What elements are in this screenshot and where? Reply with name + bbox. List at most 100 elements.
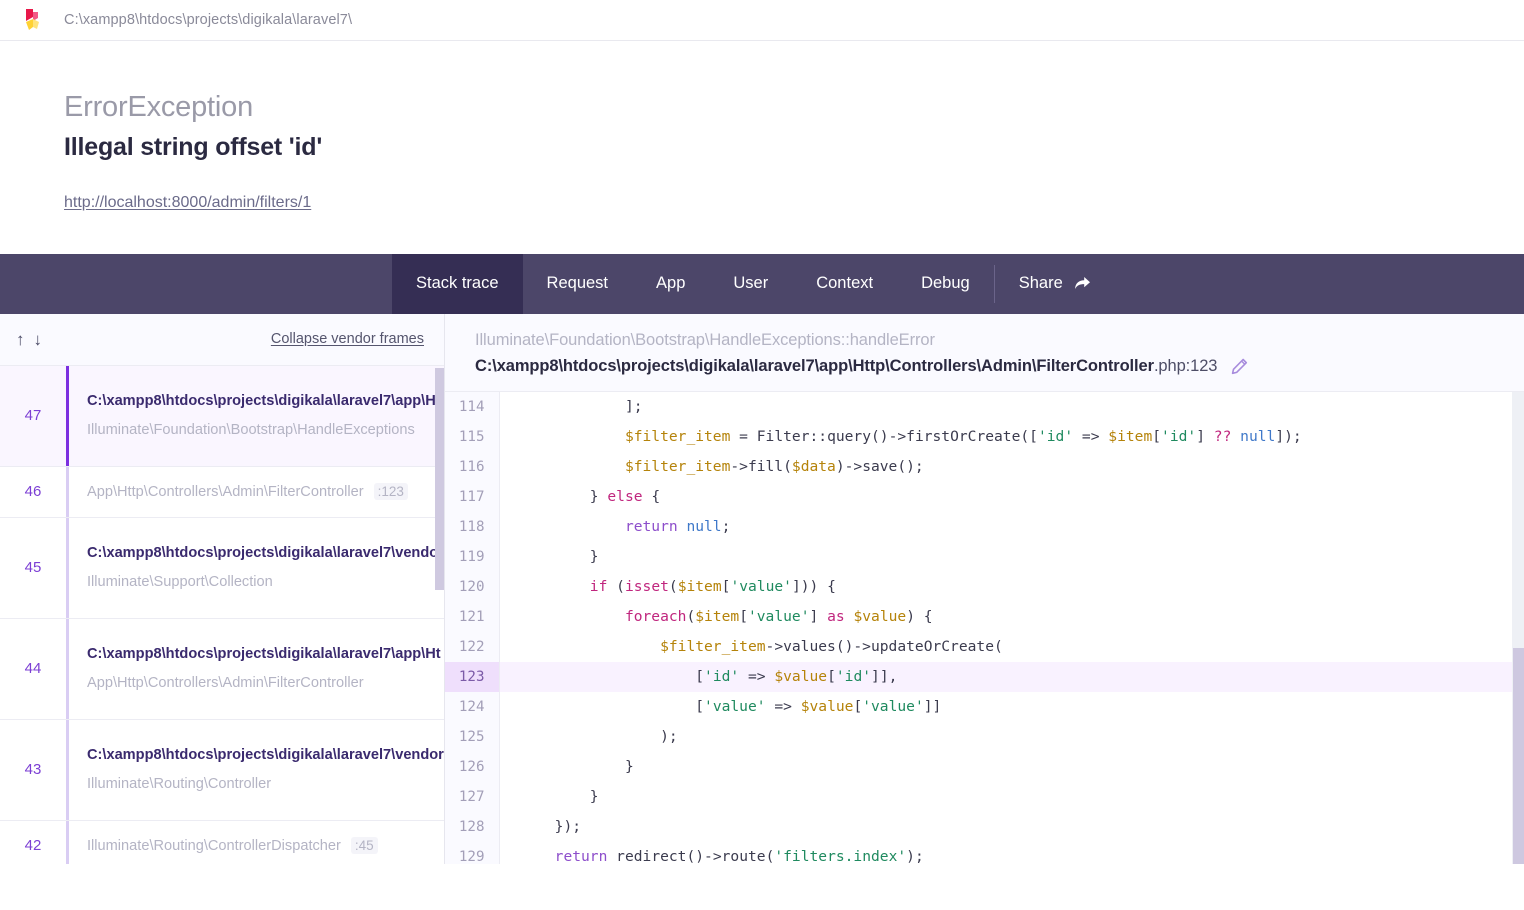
code-row-highlighted: 123 ['id' => $value['id']], (445, 661, 1524, 692)
tab-app[interactable]: App (632, 254, 709, 314)
stack-frame-list: 47 C:\xampp8\htdocs\projects\digikala\la… (0, 365, 444, 864)
tab-user[interactable]: User (709, 254, 792, 314)
code-line: if (isset($item['value'])) { (589, 578, 836, 596)
code-line: } else { (589, 488, 661, 506)
frame-number: 42 (24, 837, 42, 855)
frame-class-row: Illuminate\Routing\Controller (87, 776, 444, 792)
code-line: } (624, 758, 634, 776)
share-arrow-icon (1074, 276, 1091, 291)
code-table-body: 114 ]; 115 $filter_item = Filter::query(… (445, 391, 1524, 864)
stack-frame-46[interactable]: 46 App\Http\Controllers\Admin\FilterCont… (0, 466, 444, 518)
stack-frame-47[interactable]: 47 C:\xampp8\htdocs\projects\digikala\la… (0, 365, 444, 467)
frame-class-row: Illuminate\Foundation\Bootstrap\HandleEx… (87, 422, 444, 438)
frame-class-row: Illuminate\Routing\ControllerDispatcher … (87, 837, 444, 855)
code-header-file-suffix: .php:123 (1153, 356, 1218, 375)
frame-file-path: C:\xampp8\htdocs\projects\digikala\larav… (87, 747, 444, 764)
line-number: 121 (445, 601, 500, 632)
code-scrollbar[interactable] (1512, 391, 1524, 864)
frame-number: 45 (24, 559, 42, 577)
code-row: 129 return redirect()->route('filters.in… (445, 841, 1524, 864)
line-number: 120 (445, 571, 500, 602)
code-row: 128 }); (445, 811, 1524, 842)
pencil-icon[interactable] (1231, 358, 1248, 375)
tab-context[interactable]: Context (792, 254, 897, 314)
code-line: ['value' => $value['value']] (695, 698, 942, 716)
arrow-down-icon[interactable]: ↓ (34, 331, 43, 348)
frame-body: C:\xampp8\htdocs\projects\digikala\larav… (69, 366, 444, 466)
line-number: 115 (445, 421, 500, 452)
code-row: 122 $filter_item->values()->updateOrCrea… (445, 631, 1524, 662)
line-number: 117 (445, 481, 500, 512)
frame-file-path: C:\xampp8\htdocs\projects\digikala\larav… (87, 646, 441, 663)
line-number: 126 (445, 751, 500, 782)
share-label: Share (1018, 274, 1063, 293)
code-row: 125 ); (445, 721, 1524, 752)
frame-body: C:\xampp8\htdocs\projects\digikala\larav… (69, 518, 444, 618)
frame-number: 46 (24, 483, 42, 501)
line-number: 118 (445, 511, 500, 542)
line-number: 125 (445, 721, 500, 752)
code-row: 119 } (445, 541, 1524, 572)
stack-frame-45[interactable]: 45 C:\xampp8\htdocs\projects\digikala\la… (0, 517, 444, 619)
code-row: 127 } (445, 781, 1524, 812)
code-panel-header: Illuminate\Foundation\Bootstrap\HandleEx… (445, 313, 1524, 392)
code-row: 121 foreach($item['value'] as $value) { (445, 601, 1524, 632)
frame-class-name: Illuminate\Foundation\Bootstrap\HandleEx… (87, 422, 415, 439)
frame-class-row: App\Http\Controllers\Admin\FilterControl… (87, 483, 444, 501)
request-url-link[interactable]: http://localhost:8000/admin/filters/1 (64, 194, 311, 212)
frame-class-name: App\Http\Controllers\Admin\FilterControl… (87, 675, 364, 692)
frame-body: C:\xampp8\htdocs\projects\digikala\larav… (69, 720, 444, 820)
code-header-file-path: C:\xampp8\htdocs\projects\digikala\larav… (475, 356, 1154, 375)
exception-class: ErrorException (64, 91, 253, 123)
flare-logo-icon (22, 8, 44, 32)
code-scroll-area: 114 ]; 115 $filter_item = Filter::query(… (445, 391, 1524, 864)
stack-toolbar: ↑ ↓ Collapse vendor frames (0, 313, 444, 366)
collapse-vendor-frames-link[interactable]: Collapse vendor frames (271, 331, 424, 347)
exception-header: ErrorException Illegal string offset 'id… (0, 41, 1524, 254)
code-line: ]; (624, 398, 643, 416)
code-scrollbar-thumb[interactable] (1513, 647, 1524, 864)
frame-class-name: App\Http\Controllers\Admin\FilterControl… (87, 484, 364, 501)
line-number: 116 (445, 451, 500, 482)
code-line: return redirect()->route('filters.index'… (554, 848, 924, 864)
line-number: 119 (445, 541, 500, 572)
frame-body: Illuminate\Routing\ControllerDispatcher … (69, 821, 444, 864)
code-row: 120 if (isset($item['value'])) { (445, 571, 1524, 602)
code-panel: Illuminate\Foundation\Bootstrap\HandleEx… (445, 313, 1524, 864)
share-button[interactable]: Share (995, 254, 1115, 314)
frame-class-name: Illuminate\Support\Collection (87, 574, 273, 591)
code-header-file: C:\xampp8\htdocs\projects\digikala\larav… (475, 357, 1494, 376)
stack-frame-44[interactable]: 44 C:\xampp8\htdocs\projects\digikala\la… (0, 618, 444, 720)
code-line: foreach($item['value'] as $value) { (624, 608, 933, 626)
code-row: 118 return null; (445, 511, 1524, 542)
code-row: 126 } (445, 751, 1524, 782)
tab-stack-trace[interactable]: Stack trace (392, 253, 523, 314)
stack-panel-scrollbar[interactable] (435, 366, 444, 864)
stack-panel-scrollbar-thumb[interactable] (435, 367, 444, 590)
code-row: 116 $filter_item->fill($data)->save(); (445, 451, 1524, 482)
code-row: 117 } else { (445, 481, 1524, 512)
frame-class-row: App\Http\Controllers\Admin\FilterControl… (87, 675, 444, 691)
line-number: 122 (445, 631, 500, 662)
frame-line-number: :123 (373, 483, 408, 501)
code-line: return null; (624, 518, 731, 536)
code-line: } (589, 548, 599, 566)
code-line: } (589, 788, 599, 806)
stack-frame-43[interactable]: 43 C:\xampp8\htdocs\projects\digikala\la… (0, 719, 444, 821)
code-line: $filter_item = Filter::query()->firstOrC… (624, 428, 1302, 446)
line-number: 129 (445, 841, 500, 864)
tab-debug[interactable]: Debug (897, 254, 994, 314)
arrow-up-icon[interactable]: ↑ (16, 331, 25, 348)
code-line: $filter_item->fill($data)->save(); (624, 458, 924, 476)
frame-number: 47 (24, 407, 42, 425)
code-line: ); (660, 728, 678, 746)
code-line: ['id' => $value['id']], (695, 668, 898, 686)
topbar: C:\xampp8\htdocs\projects\digikala\larav… (0, 0, 1524, 41)
code-line: }); (554, 818, 582, 836)
line-number: 114 (445, 391, 500, 422)
stack-frame-42[interactable]: 42 Illuminate\Routing\ControllerDispatch… (0, 820, 444, 864)
tab-request[interactable]: Request (523, 254, 632, 314)
frame-file-path: C:\xampp8\htdocs\projects\digikala\larav… (87, 393, 441, 410)
tab-navigation: Stack trace Request App User Context Deb… (0, 253, 1524, 314)
frame-number: 43 (24, 761, 42, 779)
